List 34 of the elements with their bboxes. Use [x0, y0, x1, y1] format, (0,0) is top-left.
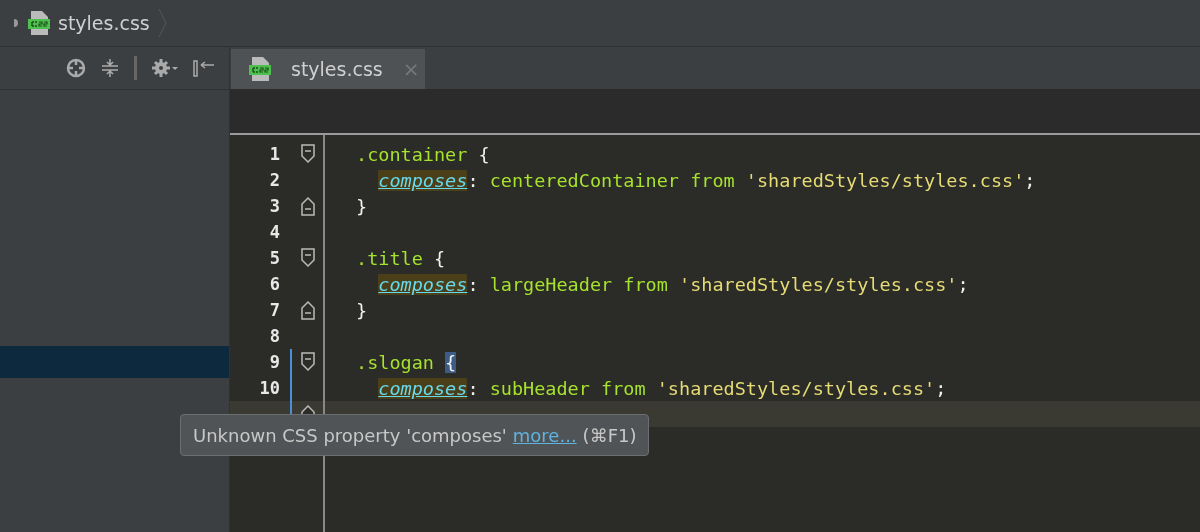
code-line: composes: largeHeader from 'sharedStyles/styles.css';	[377, 273, 969, 295]
code-line: composes: centeredContainer from 'sharedStyles/styles.css';	[377, 169, 1036, 191]
line-number: 10	[258, 378, 280, 398]
settings-icon[interactable]	[151, 58, 179, 78]
code-line: .slogan {	[356, 351, 457, 373]
code-line: }	[356, 195, 368, 217]
line-number: 5	[268, 248, 280, 268]
line-number: 1	[268, 144, 280, 164]
editor-tab[interactable]: styles.css ×	[231, 49, 425, 89]
tooltip-text: Unknown CSS property 'composes'	[193, 424, 507, 446]
line-number: 7	[268, 300, 280, 320]
fold-icon[interactable]	[300, 352, 316, 372]
line-number: 2	[268, 170, 280, 190]
fold-icon[interactable]	[300, 300, 316, 320]
code-line: }	[356, 299, 368, 321]
shortcut-text: (⌘F1)	[582, 424, 637, 446]
line-number: 4	[268, 222, 280, 242]
css-file-icon	[28, 10, 50, 36]
collapse-icon[interactable]	[100, 58, 120, 78]
breadcrumb-file[interactable]: styles.css	[58, 12, 150, 34]
code-line: .title {	[356, 247, 446, 269]
line-number: 8	[268, 326, 280, 346]
locate-icon[interactable]	[66, 58, 86, 78]
line-number: 6	[268, 274, 280, 294]
fold-icon[interactable]	[300, 144, 316, 164]
line-number: 9	[268, 352, 280, 372]
code-line: composes: subHeader from 'sharedStyles/styles.css';	[377, 377, 947, 399]
code-line: .container {	[356, 143, 490, 165]
more-link[interactable]: more...	[512, 424, 577, 446]
fold-icon[interactable]	[300, 248, 316, 268]
css-file-icon	[249, 56, 271, 82]
fold-icon[interactable]	[300, 196, 316, 216]
hide-panel-icon[interactable]	[193, 58, 215, 78]
line-number: 3	[268, 196, 280, 216]
